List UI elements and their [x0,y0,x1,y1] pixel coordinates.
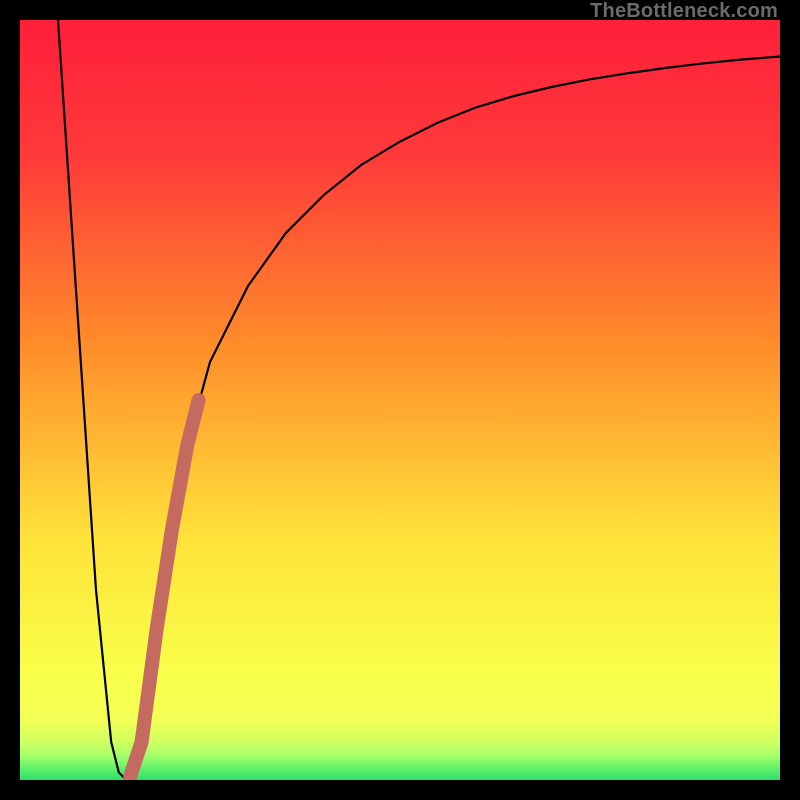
plot-area [20,20,780,780]
outer-frame: TheBottleneck.com [0,0,800,800]
watermark-text: TheBottleneck.com [590,0,778,23]
chart-svg [20,20,780,780]
gradient-background [20,20,780,780]
